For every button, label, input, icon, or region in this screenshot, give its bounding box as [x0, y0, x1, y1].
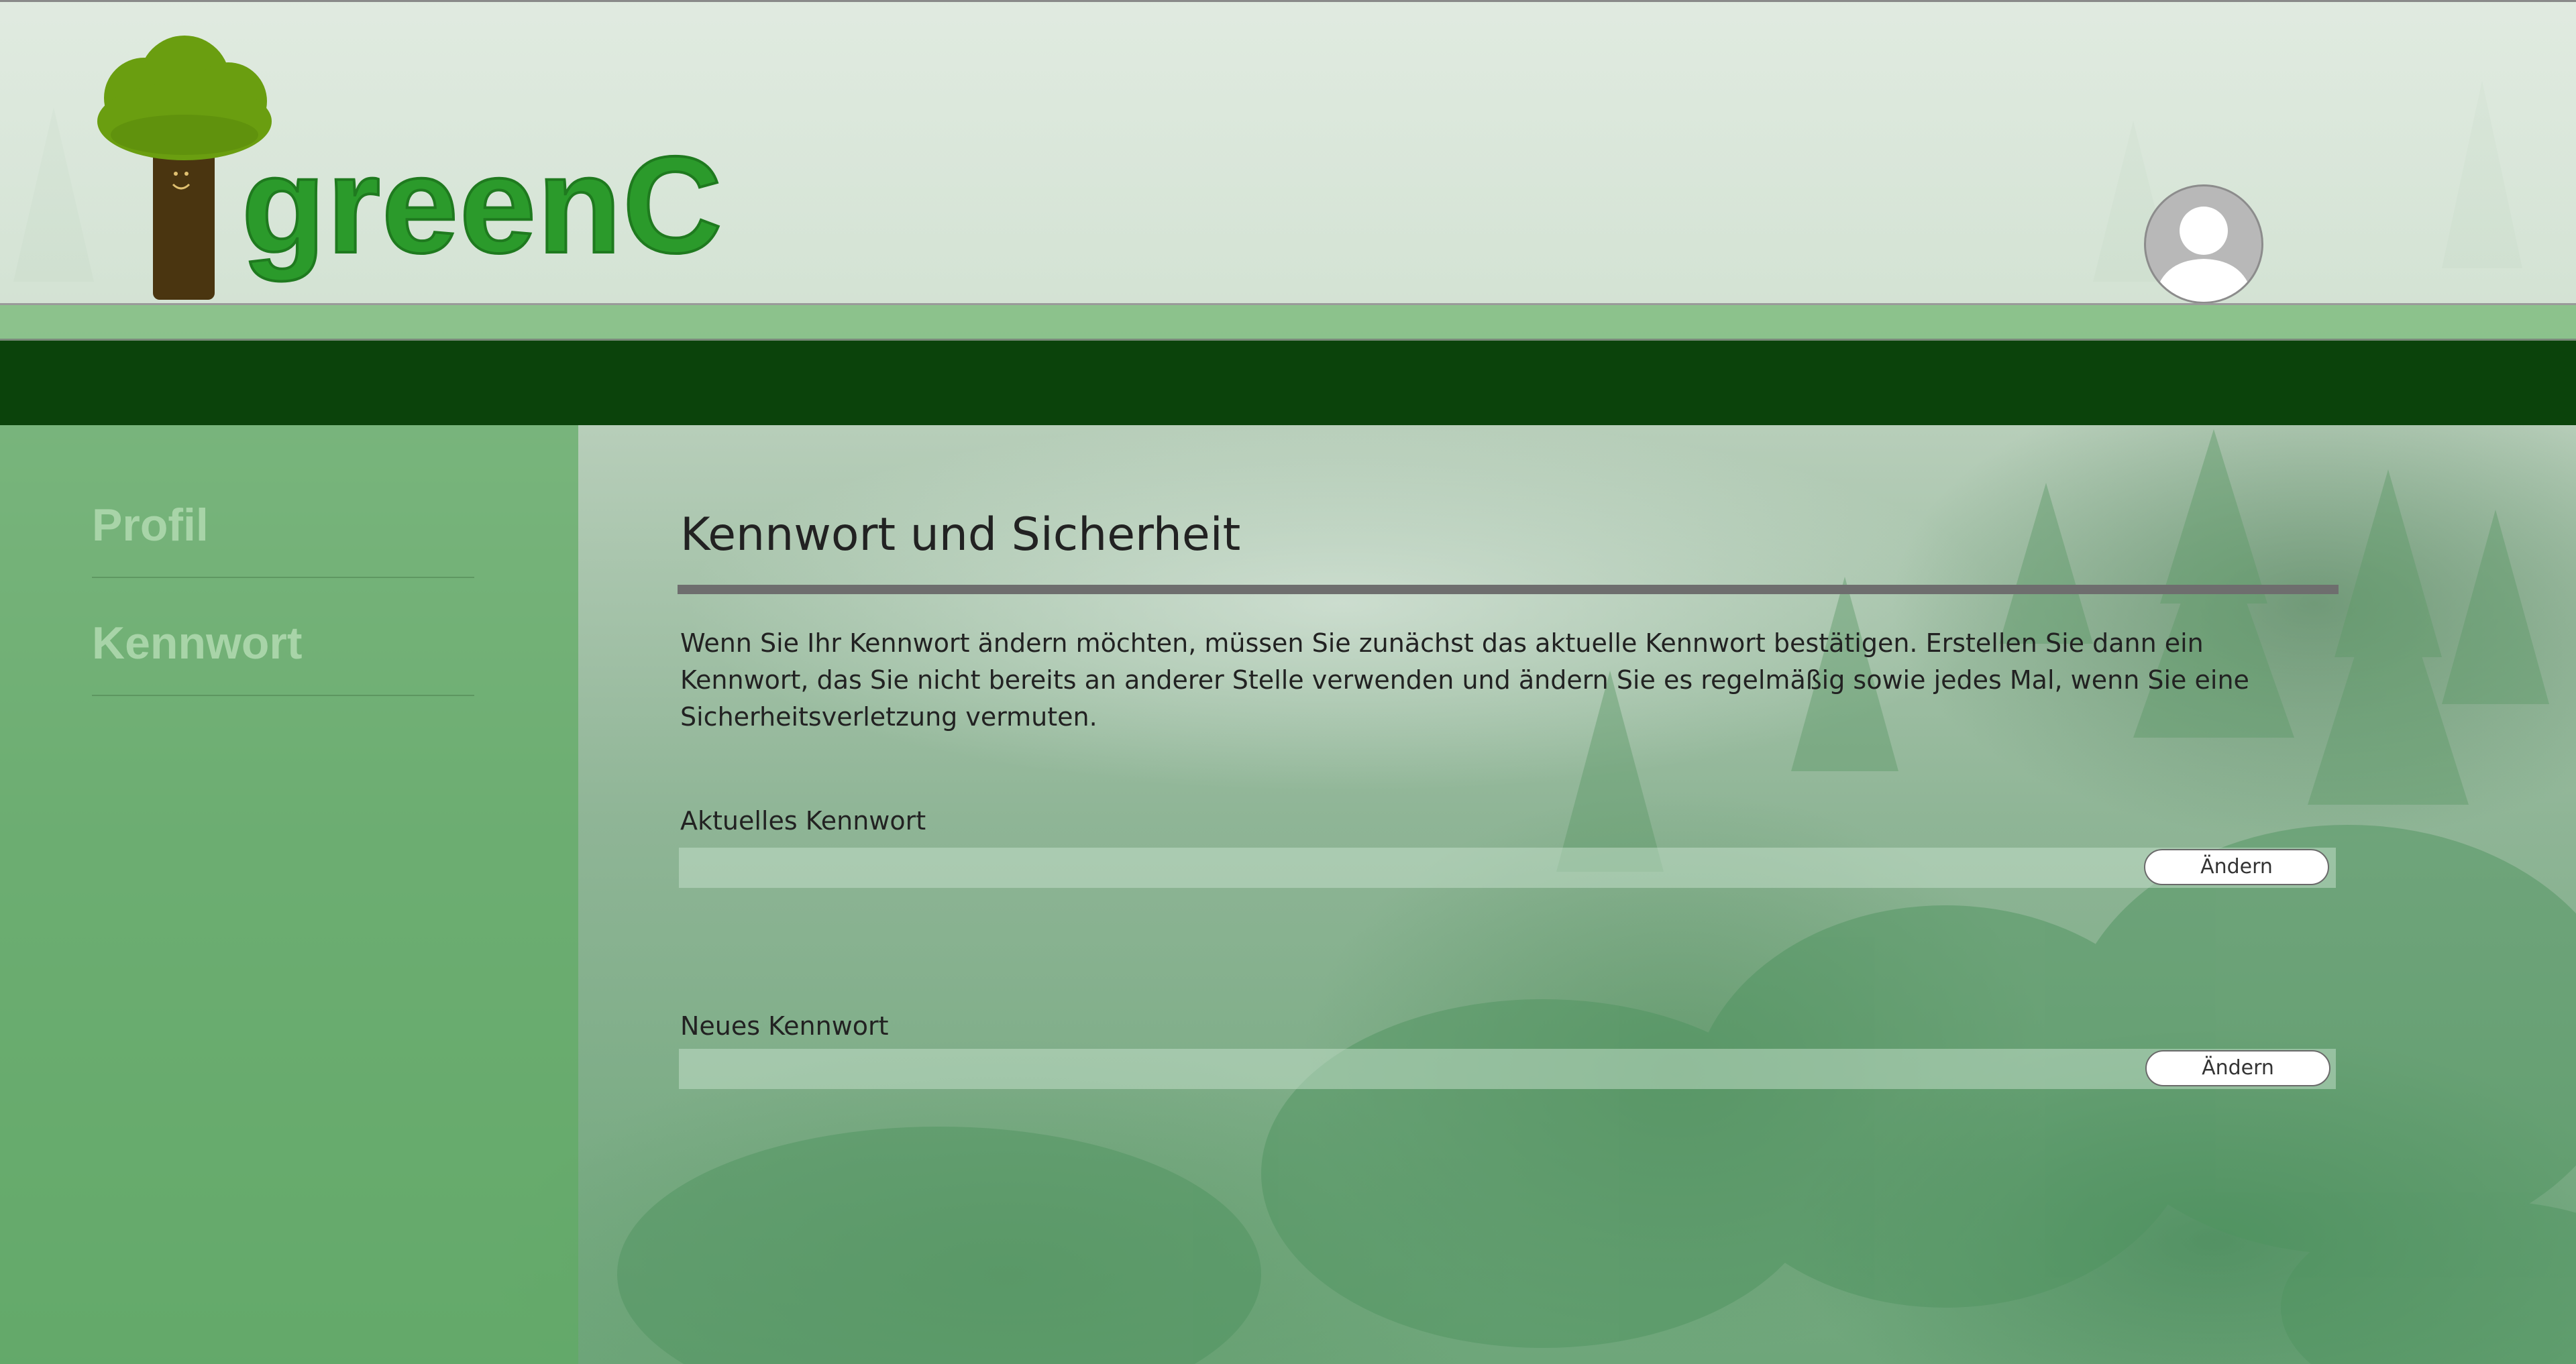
avatar-silhouette-icon — [2154, 207, 2253, 302]
title-divider — [678, 585, 2339, 594]
sidebar-item-kennwort[interactable]: Kennwort — [92, 617, 474, 696]
sidebar-item-label: Profil — [92, 500, 209, 551]
user-avatar-icon[interactable] — [2144, 184, 2263, 304]
new-password-field[interactable] — [679, 1049, 2336, 1089]
navigation-bar — [0, 341, 2576, 425]
settings-sidebar: Profil Kennwort — [0, 425, 578, 1364]
sidebar-item-profil[interactable]: Profil — [92, 499, 474, 578]
current-password-field[interactable] — [679, 848, 2336, 888]
new-password-label: Neues Kennwort — [680, 1011, 889, 1041]
change-new-password-button[interactable]: Ändern — [2145, 1050, 2330, 1086]
sidebar-item-label: Kennwort — [92, 618, 303, 669]
brand-name[interactable]: greenC — [240, 135, 723, 275]
change-current-password-button[interactable]: Ändern — [2144, 849, 2329, 885]
page-title: Kennwort und Sicherheit — [680, 508, 1241, 561]
current-password-label: Aktuelles Kennwort — [680, 806, 926, 836]
page-description: Wenn Sie Ihr Kennwort ändern möchten, mü… — [680, 628, 2249, 732]
header-accent-stripe — [0, 303, 2576, 341]
site-header: greenC — [0, 0, 2576, 304]
